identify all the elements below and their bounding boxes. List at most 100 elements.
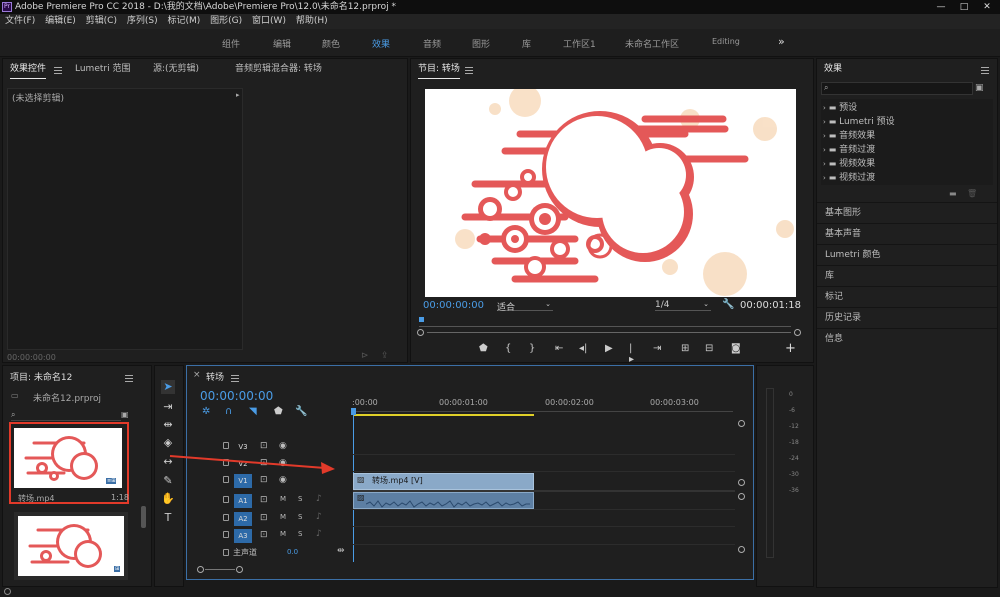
effects-search-input[interactable]: ⌕ bbox=[821, 82, 973, 95]
work-area-bar[interactable] bbox=[353, 414, 534, 416]
new-bin-icon[interactable]: ▬ bbox=[949, 189, 957, 198]
workspace-audio[interactable]: 音频 bbox=[423, 37, 441, 50]
mute-button[interactable]: M bbox=[280, 495, 286, 503]
workspace-overflow-icon[interactable]: » bbox=[778, 35, 785, 48]
toggle-sync-icon[interactable]: ⊡ bbox=[260, 530, 268, 540]
microphone-icon[interactable]: ♪ bbox=[316, 529, 322, 539]
microphone-icon[interactable]: ♪ bbox=[316, 494, 322, 504]
lock-icon[interactable] bbox=[223, 514, 229, 521]
timeline-timecode[interactable]: 00:00:00:00 bbox=[200, 389, 273, 403]
razor-tool-icon[interactable]: ◈ bbox=[161, 436, 175, 450]
expand-arrow-icon[interactable]: ▸ bbox=[236, 91, 240, 99]
v-scroll-mid2[interactable] bbox=[738, 493, 745, 500]
track-label[interactable]: A2 bbox=[234, 512, 252, 526]
h-scroll-bar[interactable] bbox=[205, 569, 235, 570]
effects-menu-icon[interactable] bbox=[981, 67, 989, 74]
workspace-custom1[interactable]: 工作区1 bbox=[563, 37, 596, 50]
tree-item-video-transitions[interactable]: › ▬ 视频过渡 bbox=[823, 171, 895, 185]
sequence-tab[interactable]: 转场 bbox=[206, 370, 224, 383]
lock-icon[interactable] bbox=[223, 531, 229, 538]
workspace-effects[interactable]: 效果 bbox=[372, 37, 390, 50]
workspace-editing-en[interactable]: Editing bbox=[712, 37, 740, 46]
close-sequence-icon[interactable]: × bbox=[193, 370, 201, 380]
filter-icon[interactable]: ⊳ bbox=[361, 351, 369, 361]
workspace-untitled[interactable]: 未命名工作区 bbox=[625, 37, 679, 50]
section-history[interactable]: 历史记录 bbox=[817, 307, 997, 327]
linked-selection-icon[interactable]: ∩ bbox=[225, 406, 232, 417]
delete-icon[interactable]: 🗑 bbox=[967, 189, 977, 198]
hand-tool-icon[interactable]: ✋ bbox=[161, 492, 175, 506]
video-clip-v1[interactable]: ▨ 转场.mp4 [V] bbox=[353, 473, 534, 490]
workspace-graphics[interactable]: 图形 bbox=[472, 37, 490, 50]
export-icon[interactable]: ⇪ bbox=[381, 351, 389, 361]
solo-button[interactable]: S bbox=[298, 513, 302, 521]
lock-icon[interactable] bbox=[223, 496, 229, 503]
playhead-marker[interactable] bbox=[419, 317, 424, 322]
tree-item-presets[interactable]: › ▬ 预设 bbox=[823, 101, 895, 115]
menu-clip[interactable]: 剪辑(C) bbox=[86, 16, 117, 26]
tree-item-lumetri-presets[interactable]: › ▬ Lumetri 预设 bbox=[823, 115, 895, 129]
resolution-dropdown[interactable]: 1/4 ⌄ bbox=[655, 300, 711, 311]
track-label[interactable]: A3 bbox=[234, 529, 252, 543]
menu-edit[interactable]: 编辑(E) bbox=[45, 16, 76, 26]
section-markers[interactable]: 标记 bbox=[817, 286, 997, 306]
menu-sequence[interactable]: 序列(S) bbox=[127, 16, 158, 26]
menu-file[interactable]: 文件(F) bbox=[5, 16, 35, 26]
ripple-edit-tool-icon[interactable]: ⇹ bbox=[161, 418, 175, 432]
tab-lumetri-scopes[interactable]: Lumetri 范围 bbox=[75, 60, 130, 78]
add-button-icon[interactable]: + bbox=[785, 341, 796, 356]
marker-icon[interactable]: ⬟ bbox=[274, 406, 283, 417]
section-libraries[interactable]: 库 bbox=[817, 265, 997, 285]
menu-window[interactable]: 窗口(W) bbox=[252, 16, 286, 26]
new-preset-bin-icon[interactable]: ▣ bbox=[975, 83, 984, 93]
snap-icon[interactable]: ✲ bbox=[202, 406, 210, 417]
go-to-end-icon[interactable]: ⇹ bbox=[337, 546, 345, 556]
section-essential-graphics[interactable]: 基本图形 bbox=[817, 202, 997, 222]
timeline-menu-icon[interactable] bbox=[231, 375, 239, 382]
workspace-color[interactable]: 颜色 bbox=[322, 37, 340, 50]
workspace-libraries[interactable]: 库 bbox=[522, 37, 531, 50]
lock-icon[interactable] bbox=[223, 549, 229, 556]
program-menu-icon[interactable] bbox=[465, 67, 473, 74]
section-essential-sound[interactable]: 基本声音 bbox=[817, 223, 997, 243]
export-frame-icon[interactable]: ◙ bbox=[731, 343, 741, 354]
panel-menu-icon[interactable] bbox=[54, 67, 62, 74]
menu-help[interactable]: 帮助(H) bbox=[296, 16, 328, 26]
tab-effect-controls[interactable]: 效果控件 bbox=[10, 60, 47, 79]
master-volume[interactable]: 0.0 bbox=[287, 548, 298, 556]
section-info[interactable]: 信息 bbox=[817, 328, 997, 348]
section-lumetri-color[interactable]: Lumetri 颜色 bbox=[817, 244, 997, 264]
mute-button[interactable]: M bbox=[280, 530, 286, 538]
h-scroll-right[interactable] bbox=[236, 566, 243, 573]
zoom-scroll-left[interactable] bbox=[417, 329, 424, 336]
workspace-assembly[interactable]: 组件 bbox=[222, 37, 240, 50]
clip-thumbnail-2[interactable]: ⊞ bbox=[14, 512, 128, 580]
mark-out-icon[interactable]: } bbox=[529, 343, 535, 354]
toggle-sync-icon[interactable]: ⊡ bbox=[260, 513, 268, 523]
v-scroll-bottom[interactable] bbox=[738, 546, 745, 553]
menu-marker[interactable]: 标记(M) bbox=[167, 16, 200, 26]
workspace-editing[interactable]: 编辑 bbox=[273, 37, 291, 50]
type-tool-icon[interactable]: T bbox=[161, 511, 175, 525]
toggle-sync-icon[interactable]: ⊡ bbox=[260, 495, 268, 505]
add-marker-icon[interactable]: ⬟ bbox=[479, 343, 488, 354]
track-label[interactable]: A1 bbox=[234, 494, 252, 508]
play-icon[interactable]: ▶ bbox=[605, 343, 613, 354]
tree-item-audio-transitions[interactable]: › ▬ 音频过渡 bbox=[823, 143, 895, 157]
project-search-input[interactable]: ⌕ bbox=[11, 410, 121, 421]
solo-button[interactable]: S bbox=[298, 530, 302, 538]
step-back-icon[interactable]: ◂| bbox=[579, 343, 587, 354]
wrench-icon[interactable]: 🔧 bbox=[722, 299, 734, 310]
timeline-settings-icon[interactable]: 🔧 bbox=[295, 406, 307, 417]
solo-button[interactable]: S bbox=[298, 495, 302, 503]
close-window-icon[interactable]: ✕ bbox=[976, 0, 998, 14]
project-menu-icon[interactable] bbox=[125, 375, 133, 382]
new-search-bin-icon[interactable]: ▣ bbox=[121, 410, 129, 419]
microphone-icon[interactable]: ♪ bbox=[316, 512, 322, 522]
zoom-scroll-right[interactable] bbox=[794, 329, 801, 336]
fit-dropdown[interactable]: 适合 ⌄ bbox=[497, 300, 553, 313]
track-select-tool-icon[interactable]: ⇥ bbox=[161, 400, 175, 414]
tree-item-audio-effects[interactable]: › ▬ 音频效果 bbox=[823, 129, 895, 143]
lock-icon[interactable] bbox=[223, 442, 229, 449]
go-to-in-icon[interactable]: ⇤ bbox=[555, 343, 563, 354]
